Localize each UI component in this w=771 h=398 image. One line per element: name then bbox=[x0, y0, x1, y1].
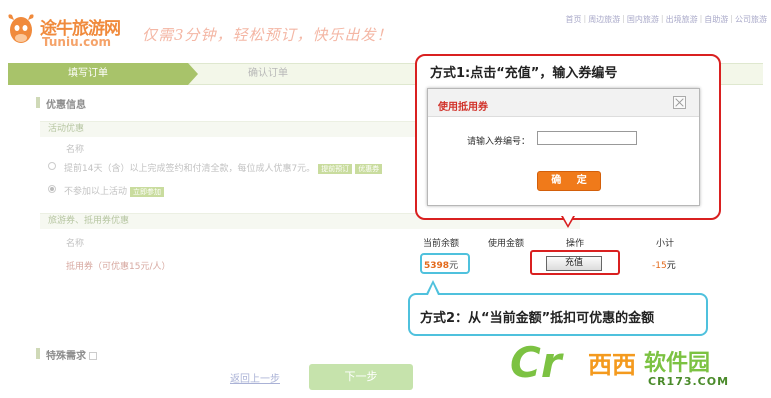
balance-unit: 元 bbox=[449, 261, 459, 271]
recharge-button[interactable]: 充值 bbox=[546, 256, 602, 271]
column-name: 名称 bbox=[66, 145, 85, 155]
dialog-title: 使用抵用券 bbox=[438, 102, 488, 113]
balance-amount: 5398元 bbox=[424, 258, 458, 271]
header-action: 操作 bbox=[566, 239, 585, 249]
step-arrow bbox=[188, 63, 198, 85]
callout-method1-text: 方式1:点击“充值”，输入券编号 bbox=[430, 66, 618, 81]
tag-coupon: 优惠券 bbox=[355, 164, 383, 174]
header-use-amount: 使用金额 bbox=[488, 239, 525, 249]
coupon-column-name: 名称 bbox=[66, 239, 85, 249]
coupon-number-label: 请输入券编号： bbox=[467, 137, 531, 147]
nav-nearby[interactable]: 周边旅游 bbox=[588, 14, 620, 25]
special-checkbox[interactable] bbox=[89, 352, 98, 360]
special-title: 特殊需求 bbox=[46, 351, 86, 362]
subtotal: -15元 bbox=[652, 258, 676, 271]
next-step-button[interactable]: 下一步 bbox=[309, 364, 413, 390]
option-early-booking-text: 提前14天（含）以上完成签约和付清全款，每位成人优惠7元。 bbox=[64, 164, 316, 174]
callout-method1-tail-inner bbox=[563, 216, 573, 225]
balance-value: 5398 bbox=[424, 261, 450, 271]
section-title-special: 特殊需求 bbox=[46, 347, 98, 362]
tag-early: 提前预订 bbox=[318, 164, 353, 174]
subtotal-unit: 元 bbox=[666, 261, 676, 271]
watermark-url: CR173.COM bbox=[648, 375, 730, 388]
header-subtotal: 小计 bbox=[656, 239, 675, 249]
watermark-soft: 软件园 bbox=[644, 351, 711, 376]
option-early-booking: 提前14天（含）以上完成签约和付清全款，每位成人优惠7元。 提前预订 优惠券 bbox=[64, 161, 414, 174]
top-nav: 首页 | 周边旅游 | 国内旅游 | 出境旅游 | 自助游 | 公司旅游 bbox=[565, 14, 767, 25]
coupon-number-input[interactable] bbox=[537, 131, 637, 145]
radio-no-activity[interactable] bbox=[48, 185, 56, 193]
back-link[interactable]: 返回上一步 bbox=[230, 370, 280, 385]
watermark-cr-logo: Cr bbox=[510, 338, 562, 387]
nav-company[interactable]: 公司旅游 bbox=[735, 14, 767, 25]
step-fill-order: 填写订单 bbox=[8, 63, 188, 85]
nav-home[interactable]: 首页 bbox=[565, 14, 581, 25]
tag-join: 立即参加 bbox=[130, 187, 165, 197]
header-balance: 当前余额 bbox=[423, 239, 460, 249]
section-marker bbox=[36, 97, 40, 108]
callout-method2-tail-inner bbox=[428, 284, 438, 295]
nav-domestic[interactable]: 国内旅游 bbox=[627, 14, 659, 25]
option-no-activity-text: 不参加以上活动 bbox=[64, 187, 128, 197]
section-title-preferential: 优惠信息 bbox=[46, 100, 86, 111]
option-no-activity: 不参加以上活动 立即参加 bbox=[64, 184, 165, 197]
confirm-button[interactable]: 确 定 bbox=[537, 171, 601, 191]
watermark-xixi: 西西 bbox=[588, 351, 636, 379]
radio-early-booking[interactable] bbox=[48, 162, 56, 170]
callout-method2-text: 方式2：从“当前金额”抵扣可优惠的金额 bbox=[420, 311, 655, 326]
cow-logo-icon bbox=[8, 14, 34, 43]
section-marker-special bbox=[36, 348, 40, 359]
nav-self-guided[interactable]: 自助游 bbox=[704, 14, 728, 25]
slogan: 仅需3分钟，轻松预订，快乐出发！ bbox=[142, 26, 393, 44]
nav-outbound[interactable]: 出境旅游 bbox=[666, 14, 698, 25]
subtotal-value: -15 bbox=[652, 261, 667, 271]
close-icon[interactable] bbox=[673, 96, 686, 109]
coupon-item: 抵用券（可优惠15元/人） bbox=[66, 262, 171, 272]
step-confirm-order: 确认订单 bbox=[248, 68, 288, 79]
logo-domain[interactable]: Tuniu.com bbox=[42, 35, 111, 49]
